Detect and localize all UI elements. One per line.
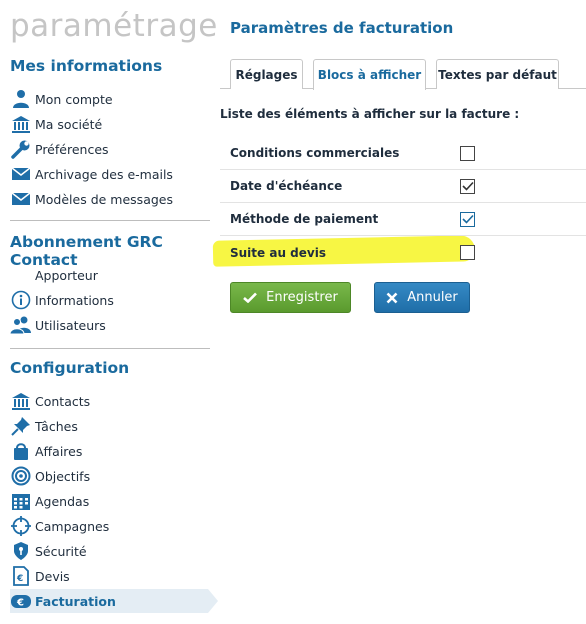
wrench-icon bbox=[10, 139, 32, 159]
tab-blocs-a-afficher[interactable]: Blocs à afficher bbox=[313, 59, 426, 90]
nav-item-preferences[interactable]: Préférences bbox=[10, 137, 210, 161]
sidebar-divider bbox=[10, 220, 210, 221]
save-button[interactable]: Enregistrer bbox=[230, 282, 351, 313]
cancel-button-label: Annuler bbox=[407, 290, 458, 305]
tab-reglages[interactable]: Réglages bbox=[230, 59, 303, 89]
euro-icon: € bbox=[10, 591, 32, 611]
nav-item-label: Informations bbox=[35, 292, 114, 308]
check-icon bbox=[243, 292, 258, 303]
nav-item-label: Ma société bbox=[35, 116, 103, 132]
sidebar: paramétrage Mes informations Mon compte … bbox=[0, 0, 218, 624]
svg-text:€: € bbox=[16, 598, 24, 609]
nav-item-label: Affaires bbox=[35, 443, 83, 459]
nav-item-agendas[interactable]: Agendas bbox=[10, 489, 210, 513]
nav-item-label: Modèles de messages bbox=[35, 191, 173, 207]
checkbox-date-echeance[interactable] bbox=[460, 178, 475, 194]
users-icon bbox=[10, 315, 32, 335]
nav-item-modeles-messages[interactable]: Modèles de messages bbox=[10, 187, 210, 211]
envelope-icon bbox=[10, 164, 32, 184]
envelope-icon bbox=[10, 189, 32, 209]
checkmark-icon bbox=[461, 181, 474, 191]
nav-item-taches[interactable]: Tâches bbox=[10, 414, 210, 438]
row-label: Méthode de paiement bbox=[230, 212, 379, 226]
page-title: Paramètres de facturation bbox=[230, 19, 454, 37]
nav-item-campagnes[interactable]: Campagnes bbox=[10, 514, 210, 538]
save-button-label: Enregistrer bbox=[266, 290, 338, 305]
nav-item-mon-compte[interactable]: Mon compte bbox=[10, 87, 210, 111]
nav-item-label: Sécurité bbox=[35, 543, 87, 559]
pin-icon bbox=[10, 416, 32, 436]
nav-item-label: Apporteur bbox=[35, 267, 98, 283]
user-icon bbox=[10, 89, 32, 109]
close-icon bbox=[386, 292, 398, 304]
nav-item-label: Utilisateurs bbox=[35, 317, 106, 333]
tab-textes-par-defaut[interactable]: Textes par défaut bbox=[436, 59, 559, 89]
checkbox-conditions-commerciales[interactable] bbox=[460, 145, 475, 161]
document-icon: € bbox=[10, 566, 32, 586]
nav-item-devis[interactable]: € Devis bbox=[10, 564, 210, 588]
nav-item-apporteur[interactable]: Apporteur bbox=[10, 263, 210, 287]
svg-text:€: € bbox=[16, 574, 23, 584]
target-icon bbox=[10, 466, 32, 486]
section-title-mes-informations: Mes informations bbox=[10, 57, 163, 75]
row-label: Conditions commerciales bbox=[230, 146, 400, 160]
list-item: Date d'échéance bbox=[220, 170, 586, 203]
nav-item-contacts[interactable]: Contacts bbox=[10, 389, 210, 413]
nav-item-ma-societe[interactable]: Ma société bbox=[10, 112, 210, 136]
checkbox-suite-au-devis[interactable] bbox=[460, 245, 475, 260]
bag-icon bbox=[10, 441, 32, 461]
nav-item-objectifs[interactable]: Objectifs bbox=[10, 464, 210, 488]
app-title: paramétrage bbox=[10, 8, 218, 44]
nav-item-label: Préférences bbox=[35, 141, 109, 157]
info-icon bbox=[10, 290, 32, 310]
checkbox-methode-paiement[interactable] bbox=[460, 211, 475, 227]
row-label: Date d'échéance bbox=[230, 179, 343, 193]
nav-item-label: Facturation bbox=[35, 593, 116, 609]
nav-item-label: Objectifs bbox=[35, 468, 91, 484]
crosshair-icon bbox=[10, 516, 32, 536]
nav-item-label: Campagnes bbox=[35, 518, 110, 534]
nav-item-label: Tâches bbox=[35, 418, 78, 434]
list-item: Suite au devis bbox=[220, 236, 586, 269]
bank-icon bbox=[10, 391, 32, 411]
nav-item-facturation[interactable]: € Facturation bbox=[10, 589, 218, 613]
nav-item-label: Archivage des e-mails bbox=[35, 166, 173, 182]
nav-item-label: Mon compte bbox=[35, 91, 113, 107]
list-item: Conditions commerciales bbox=[220, 137, 586, 170]
intro-text: Liste des éléments à afficher sur la fac… bbox=[220, 107, 520, 121]
shield-icon bbox=[10, 541, 32, 561]
nav-item-affaires[interactable]: Affaires bbox=[10, 439, 210, 463]
nav-item-utilisateurs[interactable]: Utilisateurs bbox=[10, 313, 210, 337]
nav-item-archivage-emails[interactable]: Archivage des e-mails bbox=[10, 162, 210, 186]
section-title-configuration: Configuration bbox=[10, 359, 130, 377]
calendar-icon bbox=[10, 491, 32, 511]
list-item: Méthode de paiement bbox=[220, 203, 586, 236]
row-label: Suite au devis bbox=[230, 245, 326, 260]
nav-item-label: Contacts bbox=[35, 393, 91, 409]
sidebar-divider bbox=[10, 348, 210, 349]
cancel-button[interactable]: Annuler bbox=[374, 282, 470, 313]
nav-item-label: Agendas bbox=[35, 493, 90, 509]
checkmark-icon bbox=[461, 214, 474, 224]
nav-item-label: Devis bbox=[35, 568, 70, 584]
nav-item-informations[interactable]: Informations bbox=[10, 288, 210, 312]
nav-item-securite[interactable]: Sécurité bbox=[10, 539, 210, 563]
bank-icon bbox=[10, 114, 32, 134]
